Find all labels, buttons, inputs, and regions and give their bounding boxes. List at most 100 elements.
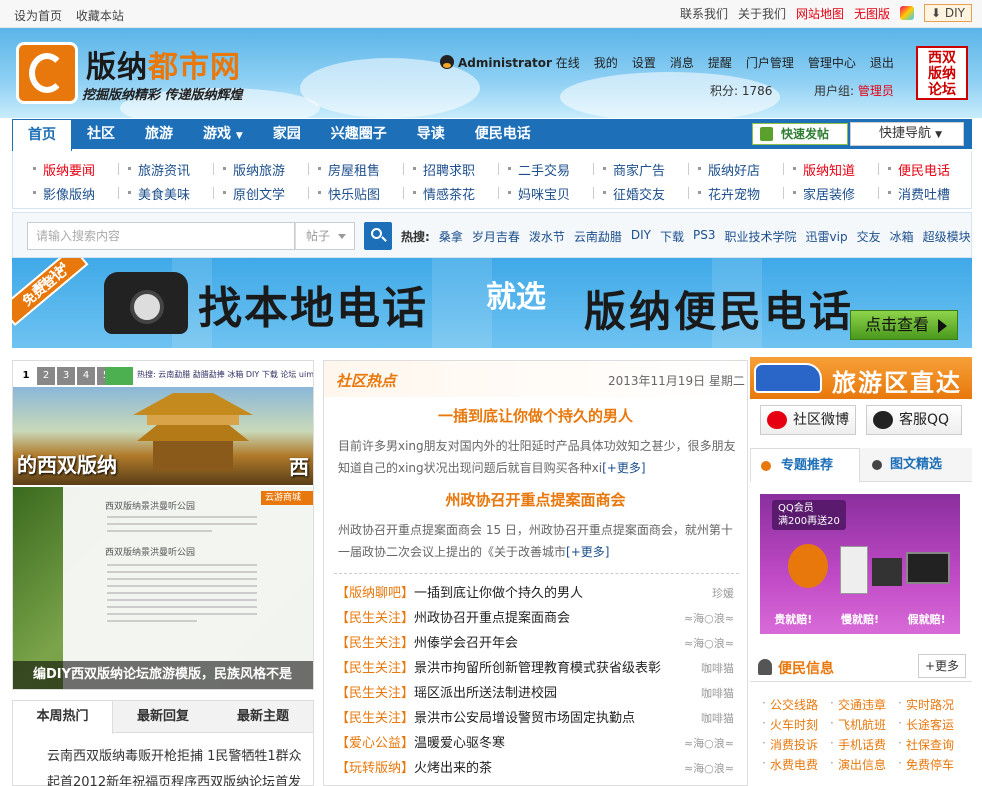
topic-author[interactable]: 咖啡猫 [701,656,734,681]
noimage-link[interactable]: 无图版 [854,5,890,22]
subnav-link[interactable]: 原创文学 [219,184,307,203]
portal-mgmt-link[interactable]: 门户管理 [746,54,794,71]
more-link[interactable]: [+更多] [566,545,609,559]
hot-search-link[interactable]: 岁月吉春 [472,228,520,245]
topic-title[interactable]: 温暖爱心驱冬寒 [414,736,505,751]
slider-page-4[interactable]: 4 [77,367,95,385]
more-link[interactable]: [+更多] [602,461,645,475]
hot-search-link[interactable]: 交友 [857,228,881,245]
slider-page-2[interactable]: 2 [37,367,55,385]
messages-link[interactable]: 消息 [670,54,694,71]
qq-service-button[interactable]: 客服QQ [866,405,962,435]
quick-nav-dropdown[interactable]: 快捷导航 ▼ [850,122,964,146]
topic-title[interactable]: 瑶区派出所送法制进校园 [414,686,557,701]
search-input[interactable]: 请输入搜索内容 [27,222,295,250]
topic-title[interactable]: 火烤出来的茶 [414,761,492,776]
app-icon[interactable] [900,6,915,20]
nav-item-interest-circles[interactable]: 兴趣圈子 [316,119,402,149]
topic-category[interactable]: 【玩转版纳】 [336,761,414,776]
topic-title[interactable]: 景洪市拘留所创新管理教育模式获省级表彰 [414,661,661,676]
nav-item-phone[interactable]: 便民电话 [460,119,546,149]
hot-search-link[interactable]: 云南勐腊 [574,228,622,245]
convenience-link[interactable]: 交通违章 [828,696,896,713]
nav-item-community[interactable]: 社区 [72,119,130,149]
headline-2[interactable]: 州政协召开重点提案面商会 [324,489,747,510]
subnav-link[interactable]: 版纳知道 [789,160,877,179]
convenience-link[interactable]: 实时路况 [896,696,964,713]
headline-1[interactable]: 一插到底让你做个持久的男人 [324,405,747,426]
subnav-link[interactable]: 消费吐槽 [884,184,972,203]
diy-button[interactable]: ⬇ DIY [924,4,972,22]
topic-author[interactable]: ≈海○浪≈ [684,756,734,781]
hot-search-link[interactable]: 迅雷vip [806,228,848,245]
convenience-link[interactable]: 社保查询 [896,736,964,753]
click-view-button[interactable]: 点击查看 [850,310,958,340]
subnav-link[interactable]: 家居装修 [789,184,877,203]
subnav-link[interactable]: 影像版纳 [29,184,117,203]
my-menu[interactable]: 我的 [594,54,618,71]
tab-special-topics[interactable]: 专题推荐 [750,448,860,482]
subnav-link[interactable]: 情感茶花 [409,184,497,203]
travel-zone-banner[interactable]: 旅游区直达 [750,357,972,399]
topic-category[interactable]: 【民生关注】 [336,686,414,701]
weibo-button[interactable]: 社区微博 [760,405,856,435]
subnav-link[interactable]: 妈咪宝贝 [504,184,592,203]
settings-link[interactable]: 设置 [632,54,656,71]
nav-item-home[interactable]: 首页 [12,119,72,151]
search-type-select[interactable]: 帖子 [295,222,355,250]
table-row[interactable]: 【玩转版纳】火烤出来的茶 ≈海○浪≈ [336,756,740,781]
table-row[interactable]: 【爱心公益】温暖爱心驱冬寒 ≈海○浪≈ [336,731,740,756]
admin-center-link[interactable]: 管理中心 [808,54,856,71]
convenience-link[interactable]: 演出信息 [828,756,896,773]
subnav-link[interactable]: 二手交易 [504,160,592,179]
convenience-link[interactable]: 飞机航班 [828,716,896,733]
tab-picture-picks[interactable]: 图文精选 [860,448,970,482]
search-button[interactable] [364,222,392,250]
topic-author[interactable]: 珍媛 [712,581,734,606]
table-row[interactable]: 【民生关注】景洪市拘留所创新管理教育模式获省级表彰 咖啡猫 [336,656,740,681]
topic-category[interactable]: 【爱心公益】 [336,736,414,751]
sitemap-link[interactable]: 网站地图 [796,5,844,22]
table-row[interactable]: 【民生关注】景洪市公安局增设警贸市场固定执勤点 咖啡猫 [336,706,740,731]
table-row[interactable]: 【版纳聊吧】一插到底让你做个持久的男人 珍媛 [336,581,740,606]
subnav-link[interactable]: 旅游资讯 [124,160,212,179]
logo-icon[interactable] [16,42,78,104]
list-item[interactable]: 云南西双版纳毒贩开枪拒捕 1民警牺牲1群众 [47,745,317,764]
subnav-link[interactable]: 版纳旅游 [219,160,307,179]
convenience-link[interactable]: 公交线路 [760,696,828,713]
topic-title[interactable]: 一插到底让你做个持久的男人 [414,586,583,601]
tab-latest-replies[interactable]: 最新回复 [113,701,213,732]
topic-title[interactable]: 州傣学会召开年会 [414,636,518,651]
nav-item-guide[interactable]: 导读 [402,119,460,149]
subnav-link[interactable]: 美食美味 [124,184,212,203]
topic-title[interactable]: 州政协召开重点提案面商会 [414,611,570,626]
slide-image-temple[interactable]: 的西双版纳 西 [13,387,313,485]
hot-search-link[interactable]: DIY [631,228,651,245]
slider-page-1[interactable]: 1 [17,367,35,385]
more-button[interactable]: +更多 [918,654,966,678]
username-link[interactable]: Administrator [458,56,552,70]
convenience-link[interactable]: 消费投诉 [760,736,828,753]
points-display[interactable]: 积分: 1786 [710,82,772,99]
convenience-link[interactable]: 手机话费 [828,736,896,753]
topic-category[interactable]: 【民生关注】 [336,611,414,626]
nav-item-home-space[interactable]: 家园 [258,119,316,149]
subnav-link[interactable]: 房屋租售 [314,160,402,179]
hot-search-link[interactable]: PS3 [693,228,716,245]
hot-search-link[interactable]: 职业技术学院 [725,228,797,245]
subnav-link[interactable]: 商家广告 [599,160,687,179]
logo-title[interactable]: 版纳都市网 [86,42,241,86]
nav-item-travel[interactable]: 旅游 [130,119,188,149]
slide-image-forum-preview[interactable]: 西双版纳景洪曼听公园 西双版纳景洪曼听公园 云游商城 [13,487,313,689]
subnav-link[interactable]: 版纳要闻 [29,160,117,179]
list-item[interactable]: 起首2012新年祝福页程序西双版纳论坛首发 [47,771,317,786]
set-home-link[interactable]: 设为首页 [14,9,62,23]
subnav-link[interactable]: 招聘求职 [409,160,497,179]
about-link[interactable]: 关于我们 [738,5,786,22]
topic-author[interactable]: ≈海○浪≈ [684,631,734,656]
hot-search-link[interactable]: 桑拿 [439,228,463,245]
convenience-link[interactable]: 火车时刻 [760,716,828,733]
tab-latest-topics[interactable]: 最新主题 [213,701,313,732]
subnav-link[interactable]: 花卉宠物 [694,184,782,203]
subnav-link[interactable]: 便民电话 [884,160,972,179]
